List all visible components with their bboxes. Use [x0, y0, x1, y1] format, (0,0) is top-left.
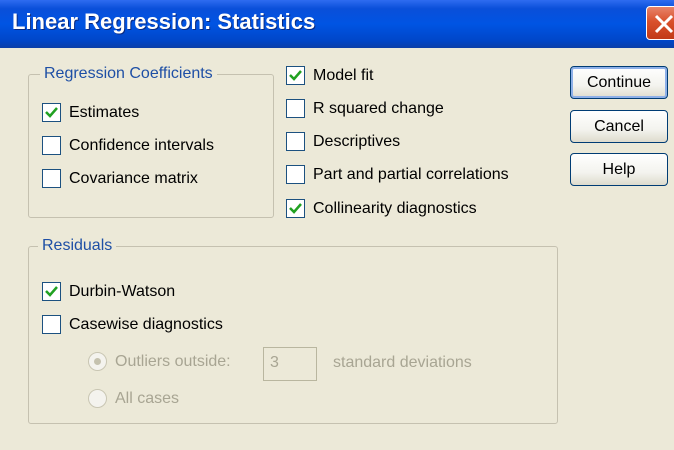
durbin-watson-check-box[interactable] — [42, 282, 61, 301]
part-partial-correlations-check-box[interactable] — [286, 165, 305, 184]
all-cases-radio-button[interactable] — [88, 389, 107, 408]
title-bar[interactable]: Linear Regression: Statistics — [0, 0, 674, 48]
outliers-outside-radio-button[interactable] — [88, 352, 107, 371]
model-fit-label: Model fit — [313, 67, 374, 84]
close-icon — [654, 14, 674, 34]
all-cases-label: All cases — [115, 390, 180, 407]
statistics-dialog: Linear Regression: Statistics Regression… — [0, 0, 674, 450]
estimates-check-box[interactable] — [42, 103, 61, 122]
durbin-watson-label: Durbin-Watson — [69, 283, 176, 300]
check-icon — [289, 203, 302, 214]
cancel-button[interactable]: Cancel — [570, 110, 668, 143]
standard-deviations-label: standard deviations — [333, 354, 472, 371]
part-partial-correlations-label: Part and partial correlations — [313, 166, 509, 183]
check-icon — [45, 286, 58, 297]
window-title: Linear Regression: Statistics — [12, 9, 316, 34]
confidence-intervals-check-box[interactable] — [42, 136, 61, 155]
check-icon — [289, 70, 302, 81]
check-icon — [45, 107, 58, 118]
r-squared-change-check-box[interactable] — [286, 99, 305, 118]
covariance-matrix-label: Covariance matrix — [69, 170, 198, 187]
standard-deviations-input[interactable]: 3 — [263, 347, 317, 381]
descriptives-check-box[interactable] — [286, 132, 305, 151]
outliers-outside-label: Outliers outside: — [115, 353, 231, 370]
close-button[interactable] — [646, 6, 674, 40]
descriptives-label: Descriptives — [313, 133, 401, 150]
casewise-diagnostics-check-box[interactable] — [42, 315, 61, 334]
estimates-label: Estimates — [69, 104, 140, 121]
residuals-legend: Residuals — [38, 237, 117, 255]
residuals-group — [28, 246, 558, 424]
collinearity-diagnostics-check-box[interactable] — [286, 199, 305, 218]
collinearity-diagnostics-label: Collinearity diagnostics — [313, 200, 477, 217]
r-squared-change-label: R squared change — [313, 100, 444, 117]
radio-selected-dot — [94, 358, 101, 365]
regression-coefficients-legend: Regression Coefficients — [40, 65, 217, 83]
help-button[interactable]: Help — [570, 153, 668, 186]
continue-button[interactable]: Continue — [570, 66, 668, 99]
covariance-matrix-check-box[interactable] — [42, 169, 61, 188]
confidence-intervals-label: Confidence intervals — [69, 137, 214, 154]
casewise-diagnostics-label: Casewise diagnostics — [69, 316, 223, 333]
model-fit-check-box[interactable] — [286, 66, 305, 85]
